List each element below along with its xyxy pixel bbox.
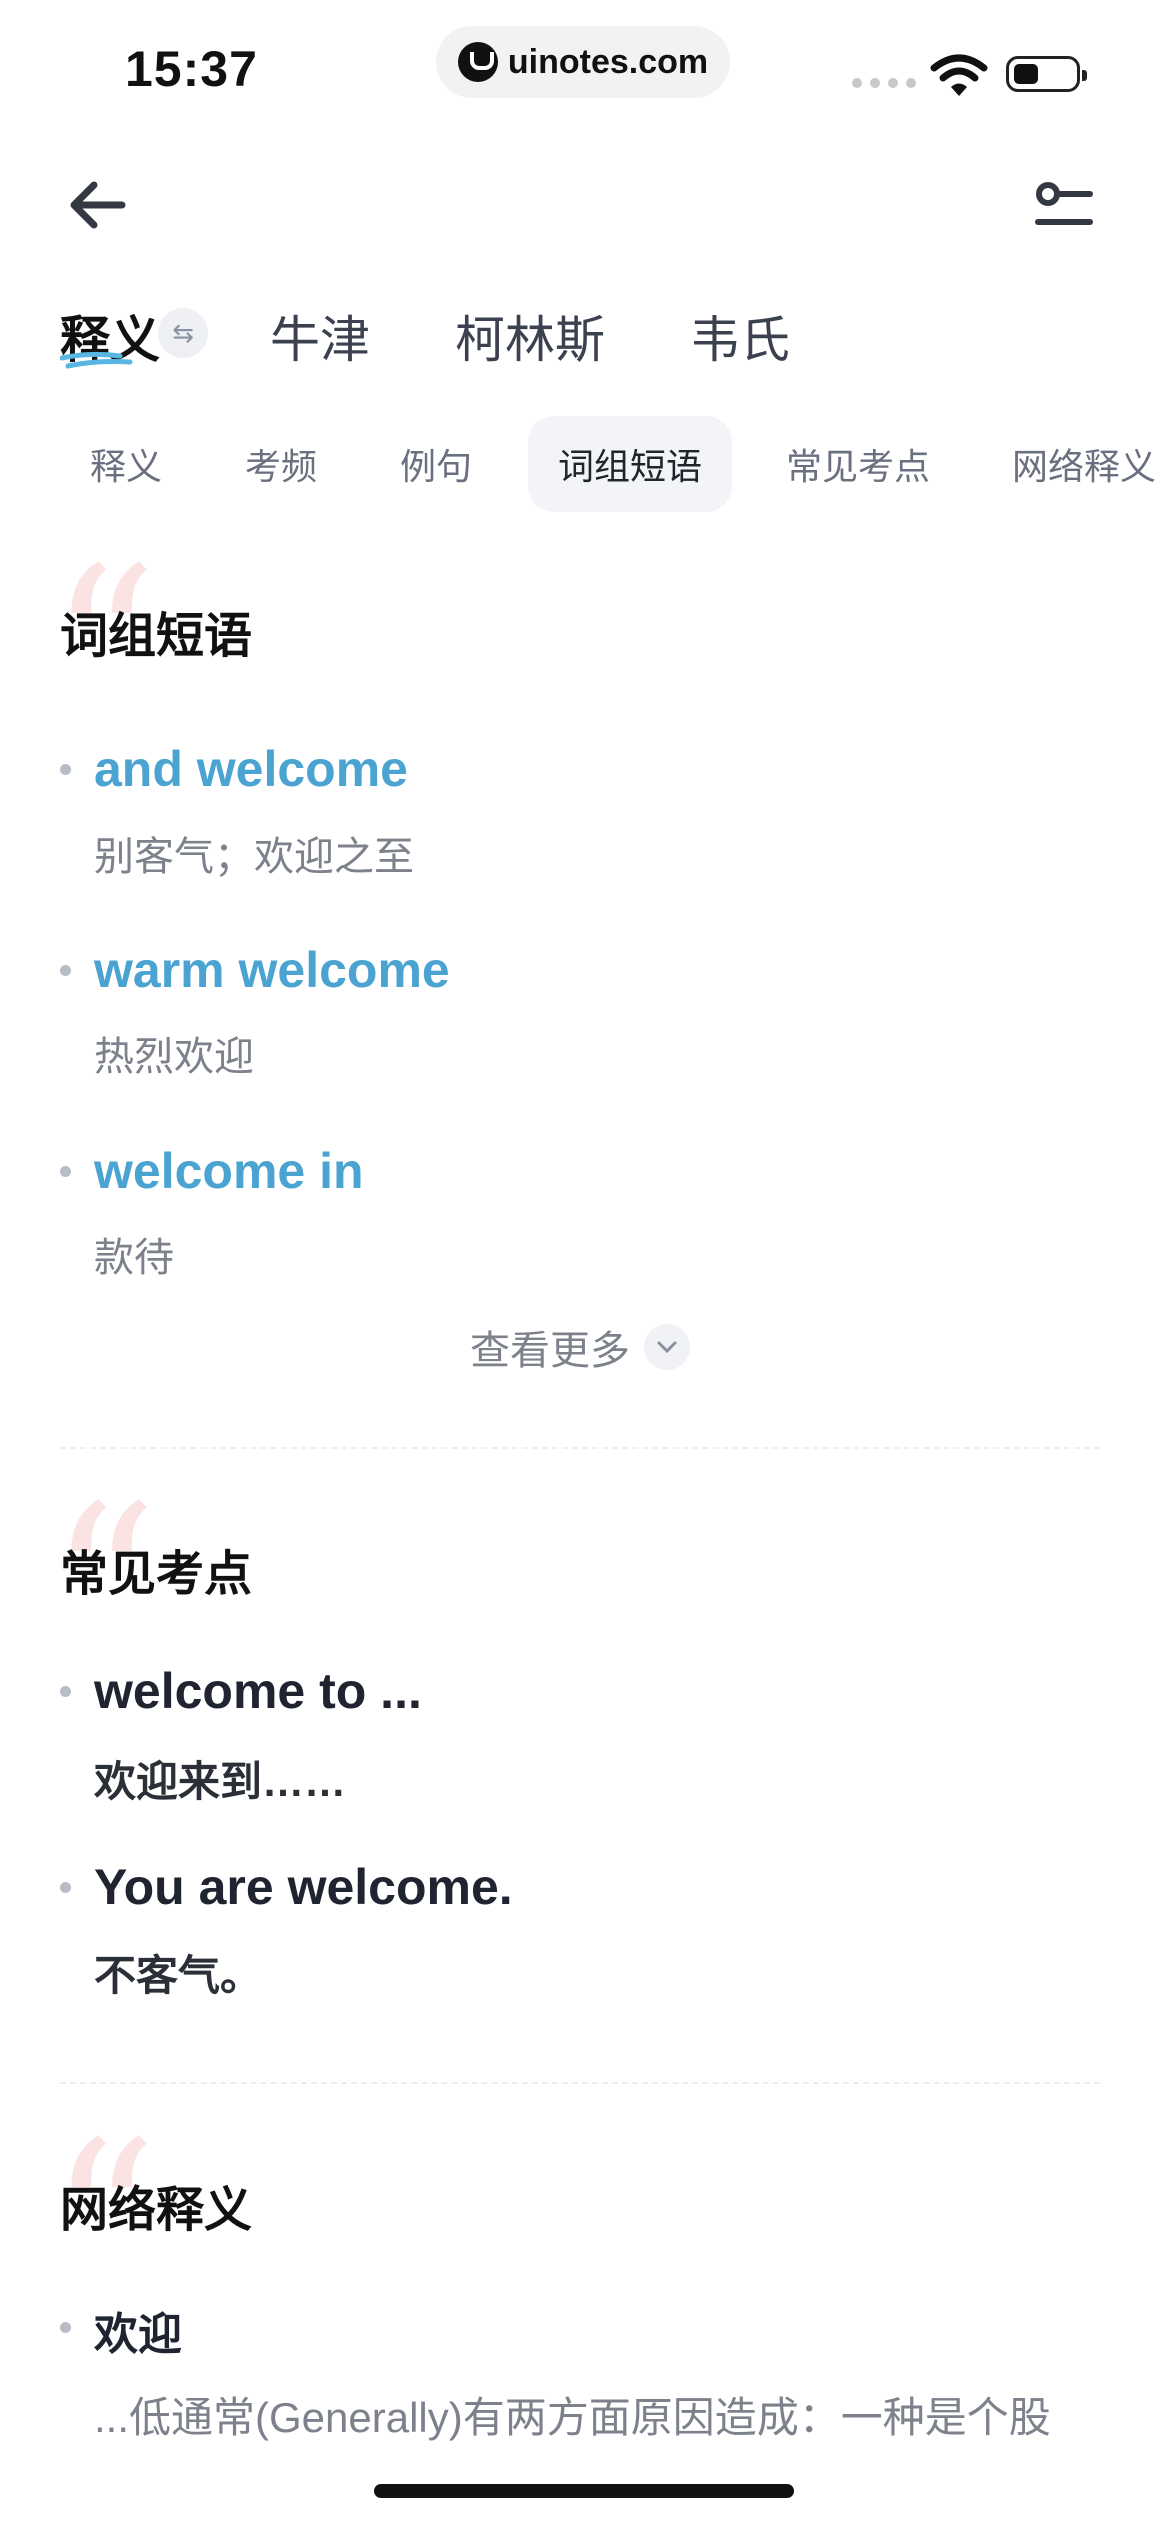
tab-exam-points[interactable]: 常见考点: [786, 416, 930, 512]
bullet: [60, 2322, 71, 2333]
wifi-icon: [930, 54, 988, 96]
dict-tab-webster[interactable]: 韦氏: [690, 300, 790, 372]
chevron-down-icon: [644, 1324, 690, 1370]
web-meaning-snippet: ...低通常(Generally)有两方面原因造成：一种是个股: [94, 2394, 1051, 2441]
phrase-link[interactable]: warm welcome: [94, 941, 450, 999]
phrase-link[interactable]: and welcome: [94, 740, 408, 798]
phrases-section-title: 词组短语: [60, 610, 253, 663]
bullet: [60, 965, 71, 976]
settings-slider-icon[interactable]: [1030, 174, 1100, 244]
tab-definition[interactable]: 释义: [90, 416, 162, 512]
phrase-meaning: 款待: [94, 1236, 174, 1280]
dict-tab-oxford[interactable]: 牛津: [270, 300, 370, 372]
phrase-link[interactable]: welcome in: [94, 1142, 364, 1200]
active-tab-underline: [60, 351, 133, 369]
status-time: 15:37: [125, 41, 258, 97]
url-pill[interactable]: uinotes.com: [436, 26, 730, 98]
bullet: [60, 1882, 71, 1893]
cellular-signal-icon: [852, 78, 916, 88]
see-more-button[interactable]: 查看更多: [470, 1318, 690, 1376]
back-arrow-icon[interactable]: [62, 170, 132, 240]
exam-points-section-title: 常见考点: [60, 1548, 253, 1601]
bullet: [60, 1166, 71, 1177]
home-indicator[interactable]: [374, 2484, 794, 2498]
site-logo-icon: [457, 42, 498, 82]
web-meaning-word: 欢迎: [94, 2310, 182, 2359]
bullet: [60, 764, 71, 775]
swap-icon[interactable]: ⇆: [158, 308, 208, 358]
exam-point-chinese: 欢迎来到……: [94, 1758, 347, 1805]
battery-icon: [1006, 56, 1087, 92]
url-text: uinotes.com: [507, 42, 709, 81]
tab-web-meanings[interactable]: 网络释义: [1012, 416, 1156, 512]
see-more-label: 查看更多: [470, 1329, 630, 1373]
web-meanings-section-title: 网络释义: [60, 2184, 253, 2237]
tab-exam-frequency[interactable]: 考频: [245, 416, 317, 512]
section-divider: [60, 2082, 1100, 2084]
bullet: [60, 1686, 71, 1697]
exam-point-english: welcome to ...: [94, 1663, 422, 1719]
phrase-meaning: 热烈欢迎: [94, 1035, 254, 1079]
exam-point-english: You are welcome.: [94, 1859, 513, 1915]
dict-tab-collins[interactable]: 柯林斯: [455, 300, 605, 372]
phrase-meaning: 别客气；欢迎之至: [94, 835, 414, 879]
tab-phrases[interactable]: 词组短语: [528, 416, 733, 512]
tab-examples[interactable]: 例句: [400, 416, 472, 512]
exam-point-chinese: 不客气。: [94, 1952, 263, 1999]
section-divider: [60, 1447, 1100, 1449]
